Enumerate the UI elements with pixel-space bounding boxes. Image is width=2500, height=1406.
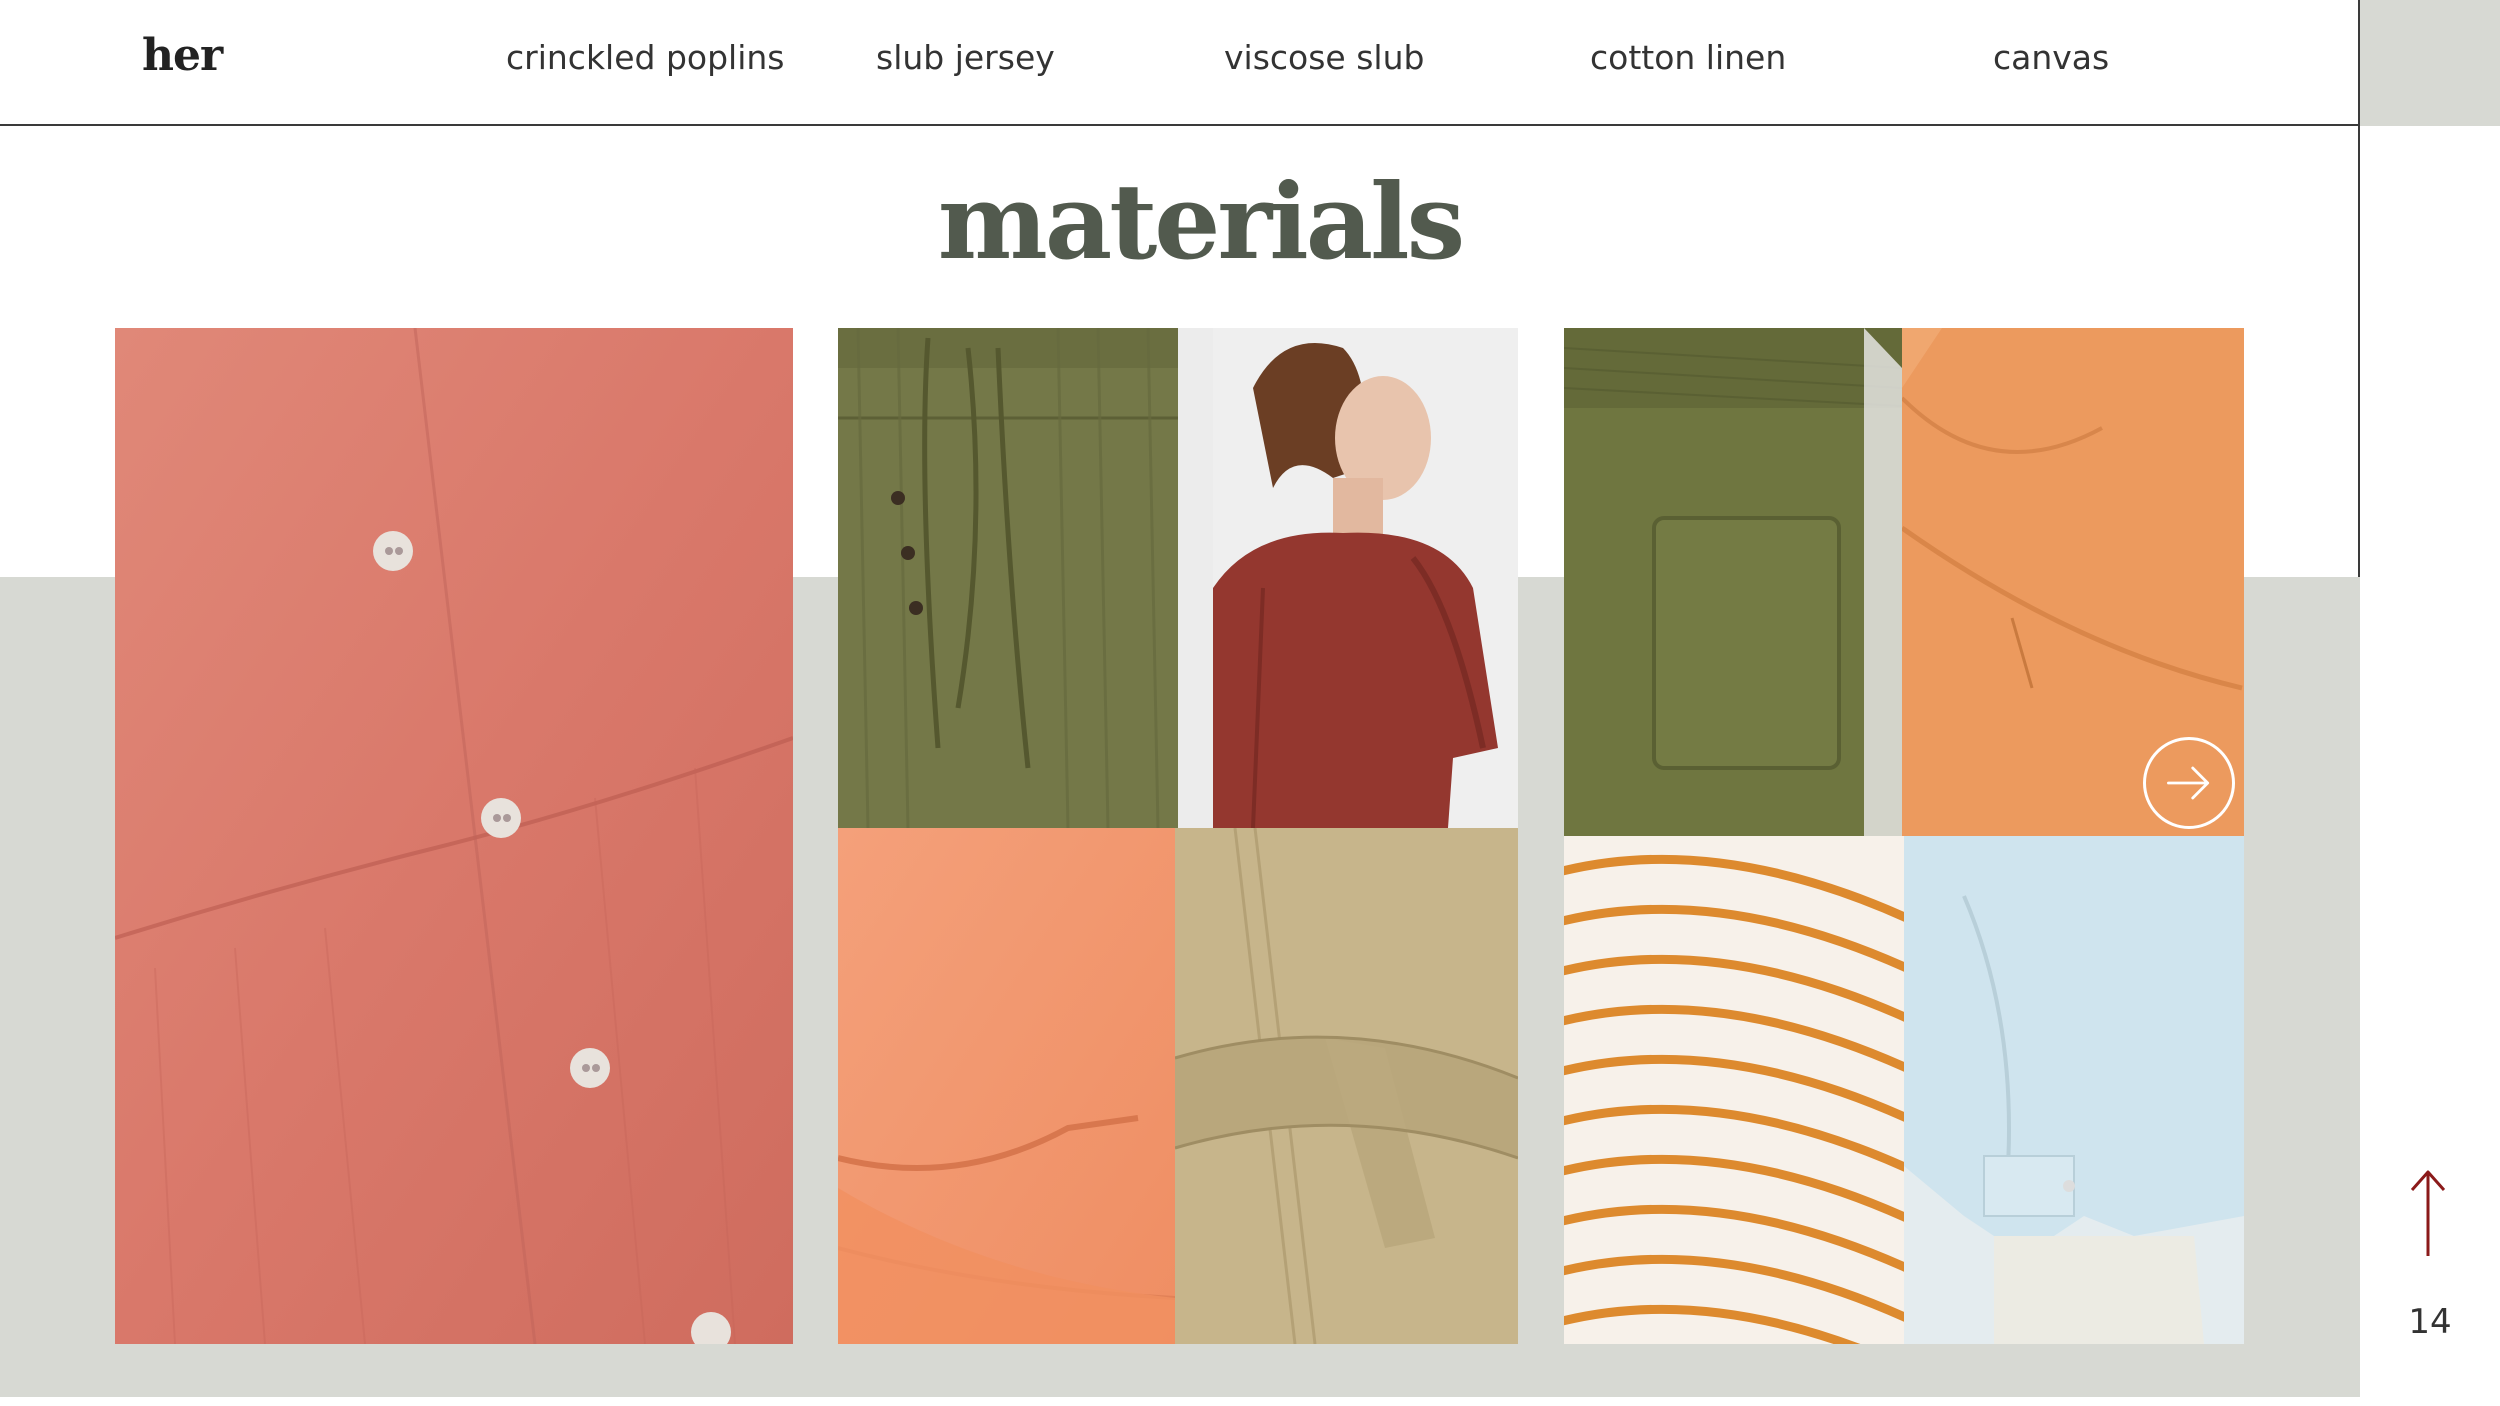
photo-khaki-canvas-belt [1175,828,1518,1344]
photo-striped-jersey [1564,836,1904,1344]
nav-item-canvas[interactable]: canvas [1993,38,2109,77]
nav-item-crinckled-poplins[interactable]: crinckled poplins [506,38,785,77]
photo-light-blue-poplin-shirt [1904,836,2244,1344]
page-number: 14 [2408,1302,2452,1342]
photo-rust-viscose-top [1213,328,1518,828]
photo-orange-slub-jersey [838,828,1175,1344]
corner-block [2360,0,2500,126]
nav-item-cotton-linen[interactable]: cotton linen [1590,38,1786,77]
circle-arrow-right-icon [2167,766,2210,800]
page-title: materials [937,160,1465,283]
nav-item-viscose-slub[interactable]: viscose slub [1224,38,1424,77]
arrow-up-icon [2410,1170,2446,1256]
photo-olive-cotton-pocket [1564,328,1902,836]
photo-coral-linen-shirt [115,328,793,1344]
photo-olive-crinkled-trousers [838,328,1213,828]
brand-logo[interactable]: her [142,30,223,81]
top-nav-bar: her crinckled poplins slub jersey viscos… [0,0,2358,126]
nav-item-slub-jersey[interactable]: slub jersey [876,38,1055,77]
next-page-button[interactable] [2143,737,2235,829]
back-to-top-button[interactable] [2408,1168,2448,1258]
